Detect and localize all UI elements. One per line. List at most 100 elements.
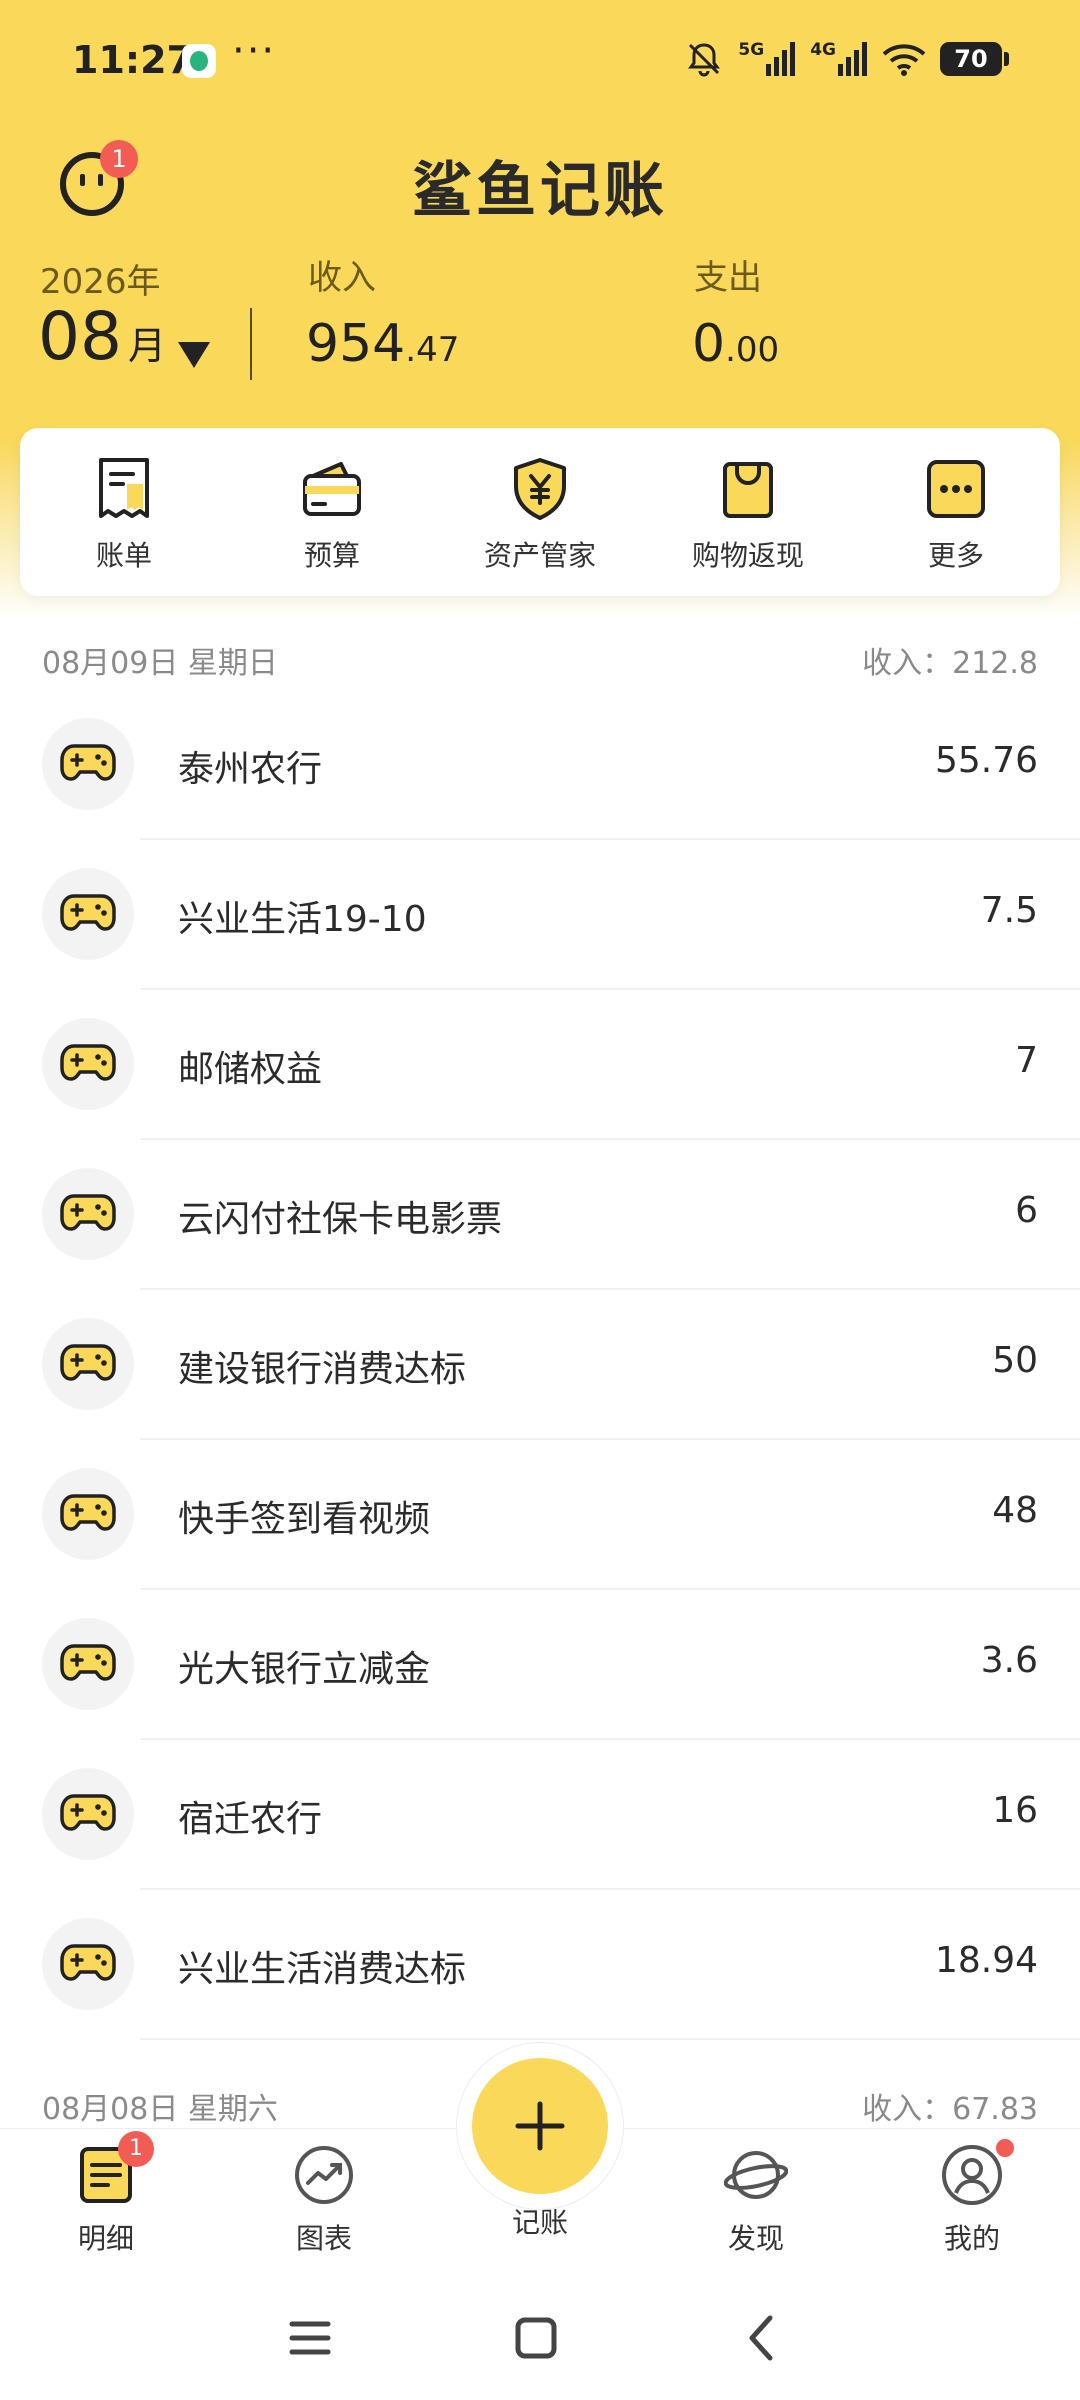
income-total: 954.47	[306, 314, 459, 374]
quick-menu-assets[interactable]: 资产管家	[436, 428, 644, 596]
summary-divider	[250, 308, 252, 380]
transaction-name: 云闪付社保卡电影票	[178, 1199, 503, 1240]
transaction-amount: 50	[992, 1340, 1038, 1381]
gamepad-icon	[60, 1492, 116, 1536]
transaction-row[interactable]: 云闪付社保卡电影票 6	[0, 1140, 1080, 1290]
app-title: 鲨鱼记账	[412, 156, 668, 226]
status-icons: 5G 4G 70	[684, 34, 1009, 84]
expense-total: 0.00	[692, 314, 779, 374]
transaction-row[interactable]: 快手签到看视频 48	[0, 1440, 1080, 1590]
day-income-value: 67.83	[952, 2092, 1038, 2127]
title-bar: 1 鲨鱼记账	[0, 130, 1080, 230]
expense-label: 支出	[694, 258, 762, 298]
quick-menu-label: 更多	[927, 539, 984, 572]
bill-icon	[99, 458, 149, 518]
planet-icon	[723, 2151, 789, 2199]
nav-label: 发现	[727, 2222, 784, 2255]
quick-menu-budget[interactable]: 预算	[228, 428, 436, 596]
category-icon-wrap	[42, 718, 134, 810]
add-record-button[interactable]	[472, 2058, 608, 2194]
quick-menu-card: 账单 预算 资产管家 购物返现 更多	[20, 428, 1060, 596]
nav-label: 图表	[295, 2222, 352, 2255]
category-icon-wrap	[42, 1468, 134, 1560]
transaction-name: 兴业生活消费达标	[178, 1949, 467, 1990]
category-icon-wrap	[42, 1768, 134, 1860]
transaction-row[interactable]: 兴业生活19-10 7.5	[0, 840, 1080, 990]
transaction-name: 邮储权益	[178, 1049, 323, 1090]
quick-menu-bill[interactable]: 账单	[20, 428, 228, 596]
category-icon-wrap	[42, 1018, 134, 1110]
battery-indicator: 70	[940, 42, 1009, 76]
expense-integer: 0	[692, 314, 726, 374]
transaction-amount: 48	[992, 1490, 1038, 1531]
month-dropdown-caret-icon[interactable]	[178, 342, 210, 368]
mute-bell-icon	[688, 43, 721, 77]
transaction-amount: 16	[992, 1790, 1038, 1831]
day-header: 08月09日 星期日 收入：212.8	[0, 632, 1080, 692]
signal-icon	[838, 42, 867, 76]
transaction-row[interactable]: 建设银行消费达标 50	[0, 1290, 1080, 1440]
profile-notification-dot	[996, 2139, 1014, 2157]
month-summary: 2026年 08 月 收入 954.47 支出 0.00	[0, 250, 1080, 390]
transaction-list: 泰州农行 55.76 兴业生活19-10 7.5 邮储权益 7 云闪付社保卡电影票 6 建设银行…	[0, 690, 1080, 2040]
back-icon[interactable]	[732, 2308, 792, 2368]
network-5g-label: 5G	[738, 40, 765, 60]
transaction-name: 光大银行立减金	[178, 1649, 431, 1690]
nav-label: 明细	[77, 2222, 134, 2255]
asset-shield-icon	[514, 458, 566, 520]
nav-badge: 1	[118, 2131, 154, 2167]
quick-menu-cashback[interactable]: 购物返现	[644, 428, 852, 596]
shopping-bag-icon	[723, 462, 773, 518]
category-icon-wrap	[42, 868, 134, 960]
transaction-name: 泰州农行	[178, 749, 323, 790]
home-icon[interactable]	[506, 2308, 566, 2368]
month-value: 08	[38, 298, 122, 375]
month-selector[interactable]: 08 月	[38, 298, 166, 375]
network-4g-label: 4G	[810, 40, 836, 60]
menu-icon[interactable]	[280, 2308, 340, 2368]
day-date: 08月08日 星期六	[42, 2092, 278, 2127]
month-unit: 月	[127, 324, 166, 368]
row-divider	[140, 2038, 1080, 2040]
transaction-name: 兴业生活19-10	[178, 899, 427, 940]
transaction-amount: 55.76	[934, 740, 1038, 781]
system-navigation-bar	[0, 2278, 1080, 2400]
nav-tab-details[interactable]: 1 明细	[26, 2131, 186, 2257]
nav-tab-profile[interactable]: 我的	[892, 2139, 1052, 2257]
quick-menu-more[interactable]: 更多	[852, 428, 1060, 596]
income-label: 收入	[308, 258, 376, 298]
app-notification-icon	[182, 44, 216, 78]
day-income-label: 收入：	[862, 646, 953, 681]
transaction-amount: 18.94	[934, 1940, 1038, 1981]
transaction-amount: 6	[1015, 1190, 1038, 1231]
transaction-amount: 7.5	[980, 890, 1038, 931]
signal-icon	[766, 42, 796, 76]
transaction-row[interactable]: 邮储权益 7	[0, 990, 1080, 1140]
transaction-row[interactable]: 兴业生活消费达标 18.94	[0, 1890, 1080, 2040]
transaction-amount: 7	[1015, 1040, 1038, 1081]
gamepad-icon	[60, 1792, 116, 1836]
nav-tab-discover[interactable]: 发现	[676, 2143, 836, 2257]
day-income-label: 收入：	[862, 2092, 953, 2127]
transaction-row[interactable]: 泰州农行 55.76	[0, 690, 1080, 840]
status-more-icon: ···	[232, 28, 277, 74]
category-icon-wrap	[42, 1318, 134, 1410]
transaction-row[interactable]: 宿迁农行 16	[0, 1740, 1080, 1890]
gamepad-icon	[60, 742, 116, 786]
chart-icon	[295, 2146, 353, 2204]
gamepad-icon	[60, 1192, 116, 1236]
gamepad-icon	[60, 1042, 116, 1086]
category-icon-wrap	[42, 1618, 134, 1710]
budget-wallet-icon	[303, 462, 361, 516]
income-integer: 954	[306, 314, 406, 374]
nav-tab-charts[interactable]: 图表	[244, 2143, 404, 2257]
year-label[interactable]: 2026年	[40, 254, 161, 303]
wifi-icon	[882, 44, 926, 76]
day-income: 收入：212.8	[862, 638, 1038, 682]
transaction-name: 宿迁农行	[178, 1799, 323, 1840]
gamepad-icon	[60, 1342, 116, 1386]
quick-menu-label: 购物返现	[691, 539, 804, 572]
status-bar: 11:27 ··· 5G 4G 70	[0, 0, 1080, 120]
transaction-row[interactable]: 光大银行立减金 3.6	[0, 1590, 1080, 1740]
category-icon-wrap	[42, 1918, 134, 2010]
